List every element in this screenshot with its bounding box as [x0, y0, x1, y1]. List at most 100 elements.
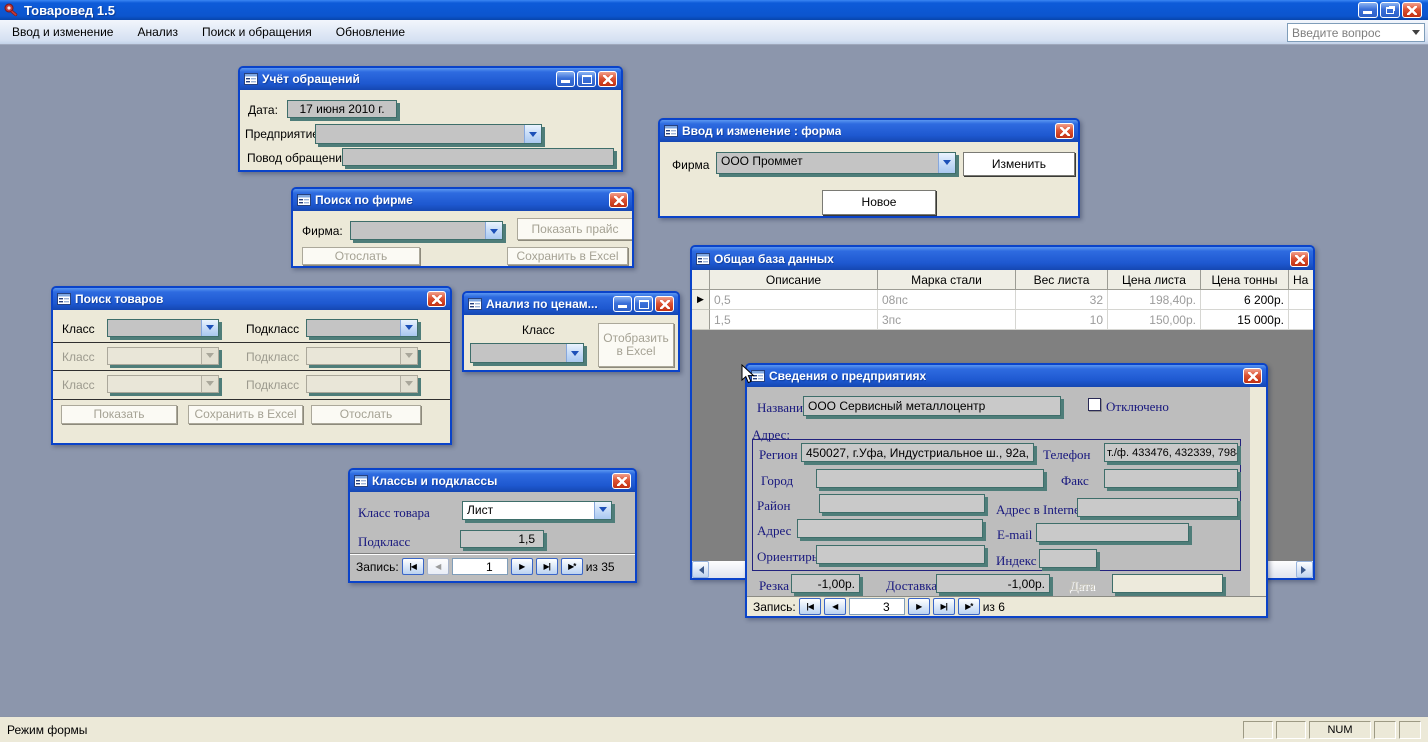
cutting-field[interactable]: -1,00р.: [791, 574, 860, 593]
district-field[interactable]: [819, 494, 985, 513]
class-combobox-3[interactable]: [107, 375, 219, 393]
chevron-down-icon[interactable]: [938, 153, 955, 173]
cell-ves[interactable]: 10: [1016, 310, 1108, 330]
send-button[interactable]: Отослать: [302, 247, 420, 265]
email-field[interactable]: [1036, 523, 1189, 542]
subclass-field[interactable]: 1,5: [460, 530, 544, 548]
previous-record-button[interactable]: ◀: [824, 598, 846, 615]
cell-opisanie[interactable]: 1,5: [710, 310, 878, 330]
chevron-down-icon[interactable]: [524, 125, 541, 143]
cell-cena-lista[interactable]: 150,00р.: [1108, 310, 1201, 330]
chevron-down-icon[interactable]: [566, 344, 583, 362]
uchet-minimize-button[interactable]: [556, 71, 575, 87]
cell-cena-lista[interactable]: 198,40р.: [1108, 290, 1201, 310]
uchet-maximize-button[interactable]: [577, 71, 596, 87]
cell-extra[interactable]: [1289, 310, 1313, 330]
chevron-down-icon[interactable]: [485, 222, 502, 239]
chevron-down-icon[interactable]: [1412, 30, 1420, 39]
scroll-left-icon[interactable]: [692, 561, 709, 578]
subclass-combobox-2[interactable]: [306, 347, 418, 365]
cell-marka[interactable]: 3пс: [878, 310, 1016, 330]
class-combobox-2[interactable]: [107, 347, 219, 365]
scroll-right-icon[interactable]: [1296, 561, 1313, 578]
restore-button[interactable]: [1380, 2, 1400, 18]
cell-extra[interactable]: [1289, 290, 1313, 310]
analiz-titlebar[interactable]: Анализ по ценам...: [464, 293, 678, 315]
edit-button[interactable]: Изменить: [963, 152, 1075, 176]
previous-record-button[interactable]: ◀: [427, 558, 449, 575]
column-header[interactable]: На: [1289, 270, 1313, 290]
close-button[interactable]: [1402, 2, 1422, 18]
show-price-button[interactable]: Показать прайс: [517, 218, 632, 240]
chevron-down-icon[interactable]: [400, 320, 417, 336]
subclass-combobox-1[interactable]: [306, 319, 418, 337]
row-selector[interactable]: [692, 310, 710, 330]
last-record-button[interactable]: ▶|: [536, 558, 558, 575]
uchet-close-button[interactable]: [598, 71, 617, 87]
menu-obnovlenie[interactable]: Обновление: [324, 20, 417, 44]
new-button[interactable]: Новое: [822, 190, 936, 215]
database-titlebar[interactable]: Общая база данных: [692, 247, 1313, 270]
current-record-arrow-icon[interactable]: ▶: [692, 290, 710, 310]
sved-close-button[interactable]: [1243, 368, 1262, 384]
klassy-titlebar[interactable]: Классы и подклассы: [350, 470, 635, 492]
enterprise-combobox[interactable]: [315, 124, 542, 144]
database-close-button[interactable]: [1290, 251, 1309, 267]
date-field[interactable]: 17 июня 2010 г.: [287, 100, 397, 118]
class-combobox-1[interactable]: [107, 319, 219, 337]
record-number-input[interactable]: 1: [452, 558, 508, 575]
display-excel-button[interactable]: Отобразить в Excel: [598, 323, 674, 367]
column-header[interactable]: Марка стали: [878, 270, 1016, 290]
send-button[interactable]: Отослать: [311, 405, 421, 424]
column-header[interactable]: Цена листа: [1108, 270, 1201, 290]
region-field[interactable]: 450027, г.Уфа, Индустриальное ш., 92а, Ч…: [801, 443, 1034, 462]
cell-cena-tonny[interactable]: 15 000р.: [1201, 310, 1289, 330]
table-row[interactable]: ▶ 0,5 08пс 32 198,40р. 6 200р.: [692, 290, 1313, 310]
disabled-checkbox[interactable]: [1088, 398, 1101, 411]
subclass-combobox-3[interactable]: [306, 375, 418, 393]
vvod-close-button[interactable]: [1055, 123, 1074, 139]
firm-combobox[interactable]: [350, 221, 503, 240]
menu-vvod-i-izmenenie[interactable]: Ввод и изменение: [0, 20, 125, 44]
poisk-firma-close-button[interactable]: [609, 192, 628, 208]
name-field[interactable]: ООО Сервисный металлоцентр: [803, 396, 1061, 416]
vvod-titlebar[interactable]: Ввод и изменение : форма: [660, 120, 1078, 142]
landmarks-field[interactable]: [816, 545, 985, 564]
first-record-button[interactable]: |◀: [799, 598, 821, 615]
menu-analiz[interactable]: Анализ: [125, 20, 190, 44]
save-excel-button[interactable]: Сохранить в Excel: [507, 247, 628, 265]
analiz-close-button[interactable]: [655, 296, 674, 312]
new-record-button[interactable]: ▶*: [561, 558, 583, 575]
date-field[interactable]: [1112, 574, 1223, 593]
next-record-button[interactable]: ▶: [908, 598, 930, 615]
class-combobox[interactable]: [470, 343, 584, 363]
minimize-button[interactable]: [1358, 2, 1378, 18]
row-selector-header[interactable]: [692, 270, 710, 290]
city-field[interactable]: [816, 469, 1044, 488]
column-header[interactable]: Описание: [710, 270, 878, 290]
new-record-button[interactable]: ▶*: [958, 598, 980, 615]
chevron-down-icon[interactable]: [594, 502, 611, 519]
cell-opisanie[interactable]: 0,5: [710, 290, 878, 310]
poisk-tovarov-titlebar[interactable]: Поиск товаров: [53, 288, 450, 310]
analiz-maximize-button[interactable]: [634, 296, 653, 312]
class-tovara-combobox[interactable]: Лист: [462, 501, 612, 520]
addr-field[interactable]: [797, 519, 983, 538]
cell-ves[interactable]: 32: [1016, 290, 1108, 310]
show-button[interactable]: Показать: [61, 405, 177, 424]
uchet-titlebar[interactable]: Учёт обращений: [240, 68, 621, 90]
analiz-minimize-button[interactable]: [613, 296, 632, 312]
internet-field[interactable]: [1077, 498, 1238, 517]
table-row[interactable]: 1,5 3пс 10 150,00р. 15 000р.: [692, 310, 1313, 330]
column-header[interactable]: Цена тонны: [1201, 270, 1289, 290]
next-record-button[interactable]: ▶: [511, 558, 533, 575]
phone-field[interactable]: т./ф. 433476, 432339, 798406: [1104, 443, 1238, 462]
help-question-input[interactable]: Введите вопрос: [1287, 23, 1425, 42]
record-number-input[interactable]: 3: [849, 598, 905, 615]
first-record-button[interactable]: |◀: [402, 558, 424, 575]
save-excel-button[interactable]: Сохранить в Excel: [188, 405, 303, 424]
klassy-close-button[interactable]: [612, 473, 631, 489]
poisk-tovarov-close-button[interactable]: [427, 291, 446, 307]
sved-titlebar[interactable]: Сведения о предприятиях: [747, 365, 1266, 387]
fax-field[interactable]: [1104, 469, 1238, 488]
